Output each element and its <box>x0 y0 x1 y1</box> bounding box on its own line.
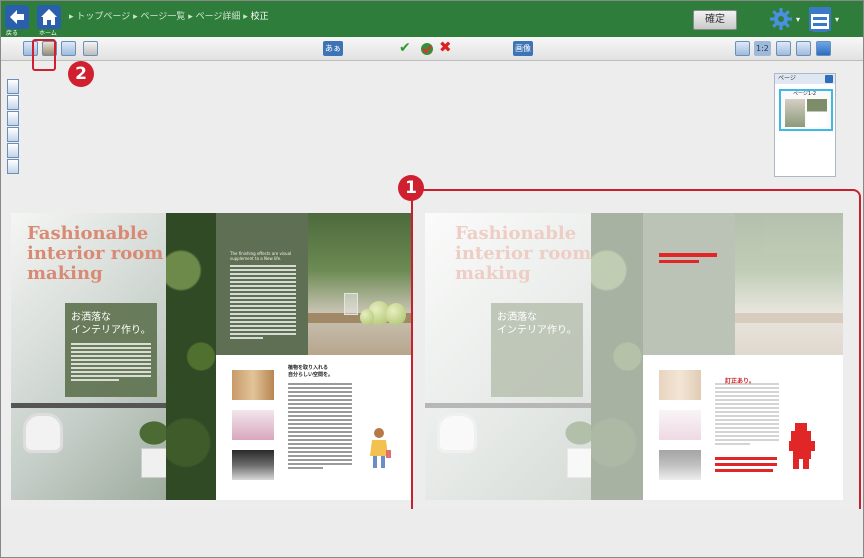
headline-line: Fashionable <box>27 223 149 244</box>
text-style-button[interactable]: あぁ <box>323 41 343 56</box>
thumbnail-panel-title: ページ <box>778 75 796 82</box>
zoom-button[interactable]: 1:2 <box>754 41 771 56</box>
image-button[interactable]: 画像 <box>513 41 533 56</box>
page-thumbnail-label: ページ1-2 <box>793 91 817 97</box>
breadcrumb-item[interactable]: ページ一覧 <box>140 12 185 22</box>
breadcrumb: ▸ トップページ ▸ ページ一覧 ▸ ページ詳細 ▸ 校正 <box>69 9 269 22</box>
comment-tool-icon[interactable] <box>7 159 19 174</box>
proofing-window: 戻る ホーム ▸ トップページ ▸ ページ一覧 ▸ ページ詳細 ▸ 校正 確定 <box>0 0 864 558</box>
shelf-photo <box>232 370 274 400</box>
body-text-block <box>71 343 151 383</box>
plant-pot-image <box>141 448 169 478</box>
export-icon[interactable] <box>735 41 750 56</box>
left-tool-strip <box>7 79 19 175</box>
home-icon[interactable] <box>37 5 61 29</box>
home-label: ホーム <box>39 30 57 37</box>
title-box: お洒落な インテリア作り。 <box>65 303 157 397</box>
book-view-icon[interactable] <box>776 41 791 56</box>
check-icon[interactable]: ✔ <box>399 40 411 56</box>
page-thumbnail-panel: ページ ページ1-2 <box>774 73 836 177</box>
confirm-button[interactable]: 確定 <box>693 10 737 30</box>
headline-line: making <box>27 263 103 284</box>
spread-original[interactable]: Fashionable interior room making お洒落な イン… <box>11 213 411 500</box>
lower-body-text <box>288 383 352 471</box>
page-thumbnail[interactable]: ページ1-2 <box>779 89 833 131</box>
pears-photo <box>308 213 411 355</box>
callout-1: 1 <box>398 175 424 201</box>
app-header: 戻る ホーム ▸ トップページ ▸ ページ一覧 ▸ ページ詳細 ▸ 校正 確定 <box>1 1 863 37</box>
breadcrumb-sep: ▸ <box>243 12 251 22</box>
text-panel: The finishing effects are visual supplem… <box>216 213 308 355</box>
thumbnail-panel-header: ページ <box>775 74 835 84</box>
pear-image <box>360 309 374 325</box>
fix-icon[interactable] <box>419 41 435 57</box>
callout-2: 2 <box>68 61 94 87</box>
lower-heading: 植物を取り入れる 自分らしい空間を。 <box>288 365 334 378</box>
download-icon[interactable] <box>816 41 831 56</box>
ivy-wall-image <box>166 213 216 500</box>
chevron-down-icon[interactable]: ▾ <box>796 15 800 24</box>
breadcrumb-item[interactable]: トップページ <box>76 12 130 22</box>
tool-layer-icon[interactable] <box>61 41 76 56</box>
close-icon[interactable] <box>825 75 833 83</box>
illustration-woman-icon <box>370 428 391 468</box>
back-label: 戻る <box>6 30 19 37</box>
thumbnail-right-page <box>807 99 827 127</box>
print-icon[interactable] <box>796 41 811 56</box>
panel-body-text <box>230 265 296 341</box>
proof-toolbar: あぁ ✔ ✖ 画像 1:2 <box>1 37 863 61</box>
reject-x-icon[interactable]: ✖ <box>439 39 452 55</box>
breadcrumb-current: 校正 <box>250 12 269 22</box>
panel-heading: The finishing effects are visual supplem… <box>230 251 292 261</box>
shape-tool-icon[interactable] <box>7 143 19 158</box>
headline-line: interior room <box>27 243 164 264</box>
text-tool-icon[interactable] <box>7 127 19 142</box>
back-arrow-icon[interactable] <box>5 5 29 29</box>
breadcrumb-item[interactable]: ページ詳細 <box>196 12 241 22</box>
marker-tool-icon[interactable] <box>7 111 19 126</box>
breadcrumb-sep: ▸ <box>188 12 196 22</box>
pointer-tool-icon[interactable] <box>7 79 19 94</box>
window-view-icon[interactable] <box>809 7 831 32</box>
highlight-box <box>32 39 56 71</box>
tool-document-icon[interactable] <box>83 41 98 56</box>
pen-tool-icon[interactable] <box>7 95 19 110</box>
pink-room-photo <box>232 410 274 440</box>
black-room-photo <box>232 450 274 480</box>
chair-image <box>23 413 63 453</box>
glass-image <box>344 293 358 315</box>
pear-image <box>386 303 406 325</box>
bottom-area <box>1 509 863 557</box>
japanese-title: お洒落な インテリア作り。 <box>71 312 151 336</box>
thumbnail-left-page <box>785 99 805 127</box>
gear-icon[interactable] <box>769 7 793 31</box>
proof-highlight-frame <box>411 189 861 523</box>
chevron-down-icon[interactable]: ▾ <box>835 15 839 24</box>
window-rail <box>11 403 181 408</box>
